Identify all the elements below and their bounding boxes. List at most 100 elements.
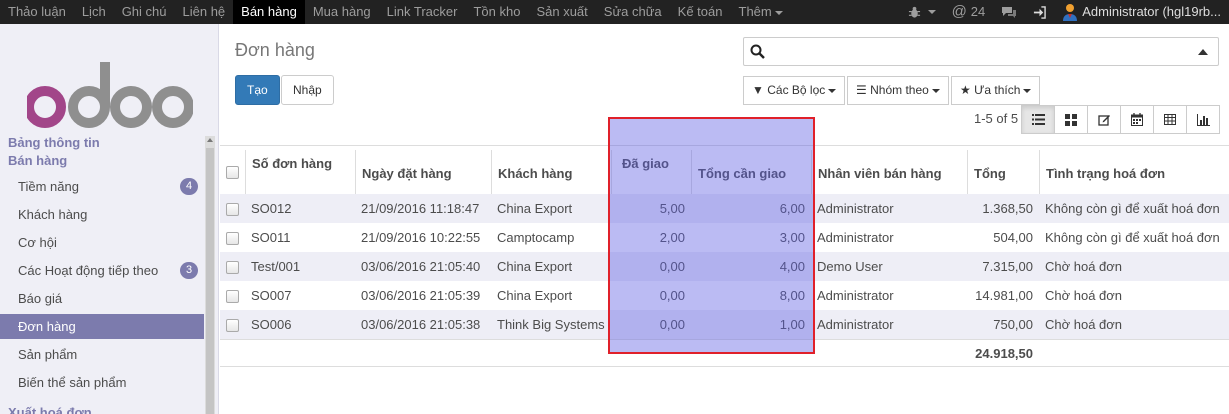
sidebar-item-label: Khách hàng	[18, 207, 88, 222]
caret-down-icon	[927, 10, 936, 14]
sidebar-item-opportunities[interactable]: Cơ hội	[0, 230, 204, 255]
menu-notes[interactable]: Ghi chú	[114, 0, 175, 24]
row-checkbox[interactable]	[226, 232, 239, 245]
debug-menu[interactable]	[900, 6, 944, 19]
filters-dropdown[interactable]: ▼ Các Bộ lọc	[743, 76, 846, 105]
favorites-dropdown[interactable]: ★ Ưa thích	[951, 76, 1041, 105]
bars-icon: ☰	[856, 83, 867, 97]
form-view-button[interactable]	[1087, 105, 1121, 134]
table-row[interactable]: SO012 21/09/2016 11:18:47 China Export 5…	[220, 194, 1229, 223]
import-button[interactable]: Nhập	[281, 75, 334, 105]
col-header-order-number[interactable]: Số đơn hàng	[252, 156, 332, 171]
total: 1.368,50	[982, 201, 1033, 216]
table-row[interactable]: SO011 21/09/2016 10:22:55 Camptocamp 2,0…	[220, 223, 1229, 252]
create-button[interactable]: Tạo	[235, 75, 280, 105]
row-checkbox[interactable]	[226, 261, 239, 274]
qty-delivered: 2,00	[659, 230, 685, 245]
sidebar-item-products[interactable]: Sản phẩm	[0, 342, 204, 367]
row-checkbox[interactable]	[226, 203, 239, 216]
sidebar-scrollbar[interactable]	[205, 136, 215, 414]
customer: China Export	[497, 201, 573, 216]
col-header-order-date[interactable]: Ngày đặt hàng	[362, 166, 452, 181]
pager-value[interactable]: 1-5 of 5	[974, 111, 1018, 126]
table-row[interactable]: SO007 03/06/2016 21:05:39 China Export 0…	[220, 281, 1229, 310]
invoice-status: Không còn gì để xuất hoá đơn	[1045, 201, 1220, 216]
menu-contacts[interactable]: Liên hệ	[175, 0, 234, 24]
menu-calendar[interactable]: Lịch	[74, 0, 114, 24]
list-icon	[1031, 114, 1045, 125]
calendar-view-button[interactable]	[1120, 105, 1154, 134]
avatar	[1063, 4, 1078, 21]
search-input[interactable]	[743, 37, 1219, 66]
menu-more[interactable]: Thêm	[731, 0, 791, 24]
graph-view-button[interactable]	[1186, 105, 1220, 134]
col-header-to-deliver[interactable]: Tổng cần giao	[698, 166, 786, 181]
order-number: Test/001	[251, 259, 301, 274]
mentions-menu[interactable]: @ 24	[944, 0, 994, 24]
menu-discuss[interactable]: Thảo luận	[0, 0, 74, 24]
caret-down-icon	[828, 88, 837, 93]
sidebar-item-label: Đơn hàng	[18, 319, 76, 334]
kanban-view-button[interactable]	[1054, 105, 1088, 134]
qty-to-deliver: 8,00	[779, 288, 805, 303]
invoice-status: Chờ hoá đơn	[1045, 259, 1123, 274]
page-title: Đơn hàng	[235, 40, 315, 60]
footer-top-border	[220, 339, 1229, 340]
logout-shortcut[interactable]	[1025, 5, 1054, 19]
sidebar-section-sales: Bán hàng	[8, 153, 68, 168]
grand-total: 24.918,50	[975, 346, 1033, 361]
select-all-checkbox[interactable]	[226, 166, 239, 179]
groupby-dropdown[interactable]: ☰ Nhóm theo	[847, 76, 949, 105]
mentions-count: 24	[970, 4, 986, 19]
column-divider	[691, 150, 692, 195]
col-header-customer[interactable]: Khách hàng	[498, 166, 572, 181]
menu-sales[interactable]: Bán hàng	[233, 0, 305, 24]
menu-purchase[interactable]: Mua hàng	[305, 0, 379, 24]
order-number: SO007	[251, 288, 292, 303]
salesperson: Administrator	[817, 201, 894, 216]
col-header-total[interactable]: Tổng	[974, 166, 1006, 181]
menu-accounting[interactable]: Kế toán	[670, 0, 731, 24]
scrollbar-thumb[interactable]	[206, 148, 214, 414]
sidebar-item-quotations[interactable]: Báo giá	[0, 286, 204, 311]
col-header-delivered[interactable]: Đã giao	[622, 156, 669, 171]
menu-manufacturing[interactable]: Sản xuất	[528, 0, 595, 24]
user-menu[interactable]: Administrator (hgl19rb...	[1054, 0, 1229, 24]
table-row[interactable]: Test/001 03/06/2016 21:05:40 China Expor…	[220, 252, 1229, 281]
row-checkbox[interactable]	[226, 319, 239, 332]
search-toggle-icon[interactable]	[1198, 49, 1208, 55]
sidebar-item-label: Báo giá	[18, 291, 63, 306]
chat-menu[interactable]	[993, 6, 1025, 19]
pivot-view-button[interactable]	[1153, 105, 1187, 134]
list-view-button[interactable]	[1021, 105, 1055, 134]
sidebar-item-next-activities[interactable]: Các Hoạt động tiếp theo 3	[0, 258, 204, 283]
sidebar-item-label: Tiềm năng	[18, 179, 79, 194]
sidebar-section-dashboard[interactable]: Bảng thông tin	[8, 135, 100, 150]
order-date: 21/09/2016 11:18:47	[361, 201, 480, 216]
sidebar: Bảng thông tin Bán hàng Tiềm năng 4 Khác…	[0, 24, 219, 414]
systray: @ 24 Administrator (hgl19rb...	[900, 0, 1229, 24]
menu-inventory[interactable]: Tồn kho	[465, 0, 528, 24]
order-date: 03/06/2016 21:05:40	[361, 259, 481, 274]
qty-to-deliver: 4,00	[779, 259, 805, 274]
sidebar-item-leads[interactable]: Tiềm năng 4	[0, 174, 204, 199]
caret-down-icon	[931, 88, 940, 93]
sidebar-item-sales-orders[interactable]: Đơn hàng	[0, 314, 204, 339]
menu-repairs[interactable]: Sửa chữa	[596, 0, 670, 24]
row-checkbox[interactable]	[226, 290, 239, 303]
order-date: 03/06/2016 21:05:39	[361, 288, 481, 303]
salesperson: Administrator	[817, 288, 894, 303]
filter-icon: ▼	[752, 83, 764, 97]
sign-in-icon	[1034, 5, 1047, 19]
edit-icon	[1097, 115, 1110, 126]
menu-link-tracker[interactable]: Link Tracker	[379, 0, 466, 24]
sidebar-section-invoicing: Xuất hoá đơn	[8, 405, 92, 414]
customer: China Export	[497, 259, 573, 274]
col-header-invoice-status[interactable]: Tình trạng hoá đơn	[1046, 166, 1165, 181]
sidebar-item-customers[interactable]: Khách hàng	[0, 202, 204, 227]
table-row[interactable]: SO006 03/06/2016 21:05:38 Think Big Syst…	[220, 310, 1229, 339]
scroll-up-icon[interactable]	[207, 138, 213, 142]
sidebar-item-product-variants[interactable]: Biến thể sản phẩm	[0, 370, 204, 395]
chat-icon	[1002, 6, 1017, 18]
col-header-salesperson[interactable]: Nhân viên bán hàng	[818, 166, 942, 181]
